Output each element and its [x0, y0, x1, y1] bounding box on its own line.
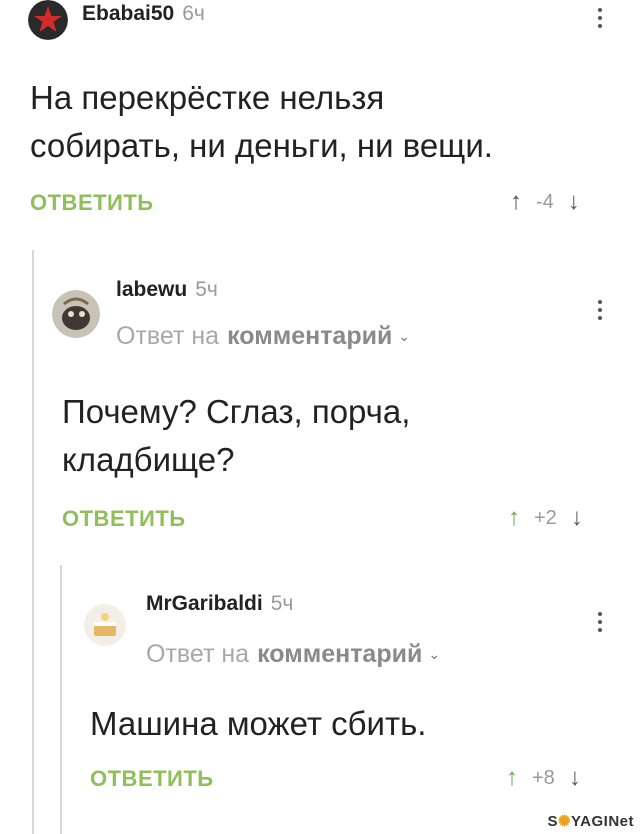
username[interactable]: MrGaribaldi: [146, 592, 263, 616]
reply-to-prefix: Ответ на: [116, 322, 220, 350]
more-options-icon[interactable]: [598, 300, 604, 320]
rating-value: +2: [534, 506, 557, 529]
comment-text: Машина может сбить.: [90, 700, 426, 748]
vote-controls: ↑ +8 ↓: [506, 764, 581, 792]
comment-text-line: Почему? Сглаз, порча,: [62, 393, 411, 430]
thread-line-level1: [32, 250, 34, 834]
username[interactable]: Ebabai50: [82, 2, 174, 26]
downvote-icon[interactable]: ↓: [568, 188, 580, 216]
downvote-icon[interactable]: ↓: [569, 764, 581, 792]
vote-controls: ↑ +2 ↓: [508, 504, 583, 532]
avatar[interactable]: [28, 0, 68, 40]
reply-to-link[interactable]: Ответ на комментарий ⌄: [146, 640, 440, 669]
comment-header: Ebabai50 6ч: [82, 2, 205, 26]
comment-text-line: Машина может сбить.: [90, 705, 427, 742]
reply-to-target[interactable]: комментарий: [227, 322, 392, 351]
username[interactable]: labewu: [116, 278, 187, 302]
reply-to-target[interactable]: комментарий: [257, 640, 422, 669]
watermark-part: S: [547, 813, 558, 830]
downvote-icon[interactable]: ↓: [571, 504, 583, 532]
avatar-cake-icon: [84, 604, 126, 646]
upvote-icon[interactable]: ↑: [510, 188, 522, 216]
reply-to-link[interactable]: Ответ на комментарий ⌄: [116, 322, 410, 351]
chevron-down-icon[interactable]: ⌄: [398, 328, 410, 345]
rating-value: -4: [536, 190, 554, 213]
comment-text: На перекрёстке нельзя собирать, ни деньг…: [30, 74, 493, 170]
reply-to-prefix: Ответ на: [146, 640, 250, 668]
comment-text-line: кладбище?: [62, 441, 235, 478]
rating-value: +8: [532, 766, 555, 789]
avatar-star-icon: [28, 0, 68, 40]
timestamp: 6ч: [182, 2, 205, 25]
vote-controls: ↑ -4 ↓: [510, 188, 580, 216]
comment-header: MrGaribaldi 5ч: [146, 592, 293, 616]
comment-header: labewu 5ч: [116, 278, 218, 302]
watermark-logo: S✺YAGINet: [547, 812, 634, 830]
avatar[interactable]: [52, 290, 100, 338]
avatar[interactable]: [84, 604, 126, 646]
reply-button[interactable]: ОТВЕТИТЬ: [30, 190, 154, 216]
upvote-icon[interactable]: ↑: [508, 504, 520, 532]
reply-button[interactable]: ОТВЕТИТЬ: [62, 506, 186, 532]
avatar-image-icon: [52, 290, 100, 338]
watermark-part: YAGINet: [571, 813, 634, 830]
chevron-down-icon[interactable]: ⌄: [428, 646, 440, 663]
more-options-icon[interactable]: [598, 612, 604, 632]
timestamp: 5ч: [270, 592, 294, 615]
upvote-icon[interactable]: ↑: [506, 764, 518, 792]
watermark-part: ✺: [557, 813, 572, 830]
comment-text-line: собирать, ни деньги, ни вещи.: [30, 127, 493, 164]
thread-line-level2: [60, 565, 62, 834]
timestamp: 5ч: [195, 278, 218, 301]
more-options-icon[interactable]: [598, 8, 604, 28]
comment-text: Почему? Сглаз, порча, кладбище?: [62, 388, 410, 484]
reply-button[interactable]: ОТВЕТИТЬ: [90, 766, 214, 792]
comment-text-line: На перекрёстке нельзя: [30, 79, 385, 116]
